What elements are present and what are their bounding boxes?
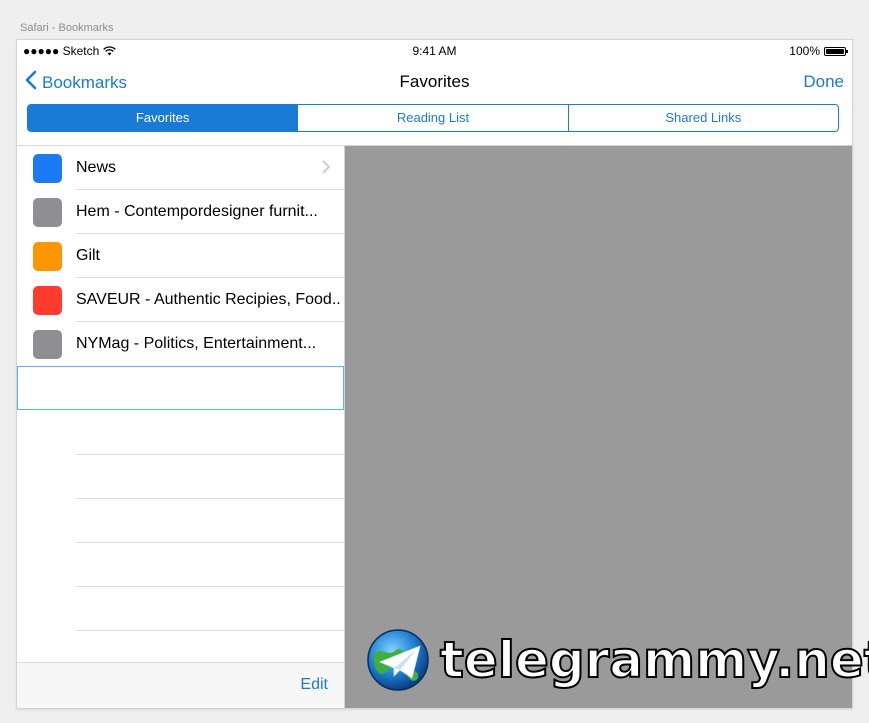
row-separator [76,630,344,631]
segment-reading-list[interactable]: Reading List [297,105,567,131]
watermark: telegrammy.net [366,628,869,692]
navigation-bar: Bookmarks Favorites Done [17,62,852,102]
bookmarks-sidebar: News Hem - Contempordesigner furnit... G… [17,146,345,708]
bookmark-row-news[interactable]: News [17,146,344,190]
ipad-screen: ●●●●● Sketch 9:41 AM 100% Bookmarks Favo… [16,39,853,709]
bookmark-icon [33,198,62,227]
bookmark-label: Hem - Contempordesigner furnit... [76,203,318,220]
bookmark-label: NYMag - Politics, Entertainment... [76,335,317,352]
bookmark-label: News [76,159,117,176]
detail-pane [345,146,852,708]
row-separator [76,498,344,499]
row-separator [76,586,344,587]
bookmark-row-hem[interactable]: Hem - Contempordesigner furnit... [17,190,344,234]
bookmark-row-nymag[interactable]: NYMag - Politics, Entertainment... [17,322,344,366]
status-right: 100% [789,44,848,58]
segment-favorites[interactable]: Favorites [28,105,298,131]
battery-icon [824,46,848,56]
folder-icon [33,154,62,183]
bookmark-icon [33,242,62,271]
watermark-text: telegrammy.net [439,631,869,689]
nav-title: Favorites [399,72,470,91]
segment-shared-links[interactable]: Shared Links [567,105,838,131]
new-bookmark-row[interactable] [17,366,344,410]
bookmark-label: Gilt [76,247,100,264]
bookmark-icon [33,330,62,359]
sidebar-toolbar: Edit [17,662,344,708]
row-separator [76,454,344,455]
bookmark-row-saveur[interactable]: SAVEUR - Authentic Recipies, Food... [17,278,344,322]
bookmark-row-gilt[interactable]: Gilt [17,234,344,278]
artboard-title: Safari - Bookmarks [20,22,114,34]
status-bar: ●●●●● Sketch 9:41 AM 100% [17,40,852,62]
status-time: 9:41 AM [412,44,457,58]
row-separator [76,542,344,543]
done-button[interactable]: Done [803,72,844,92]
segmented-control: Favorites Reading List Shared Links [27,104,839,132]
telegram-globe-logo [367,629,429,691]
bookmark-label: SAVEUR - Authentic Recipies, Food... [76,291,342,308]
chevron-right-icon [322,160,331,179]
battery-percent: 100% [789,44,820,58]
bookmark-icon [33,286,62,315]
edit-button[interactable]: Edit [300,676,328,694]
